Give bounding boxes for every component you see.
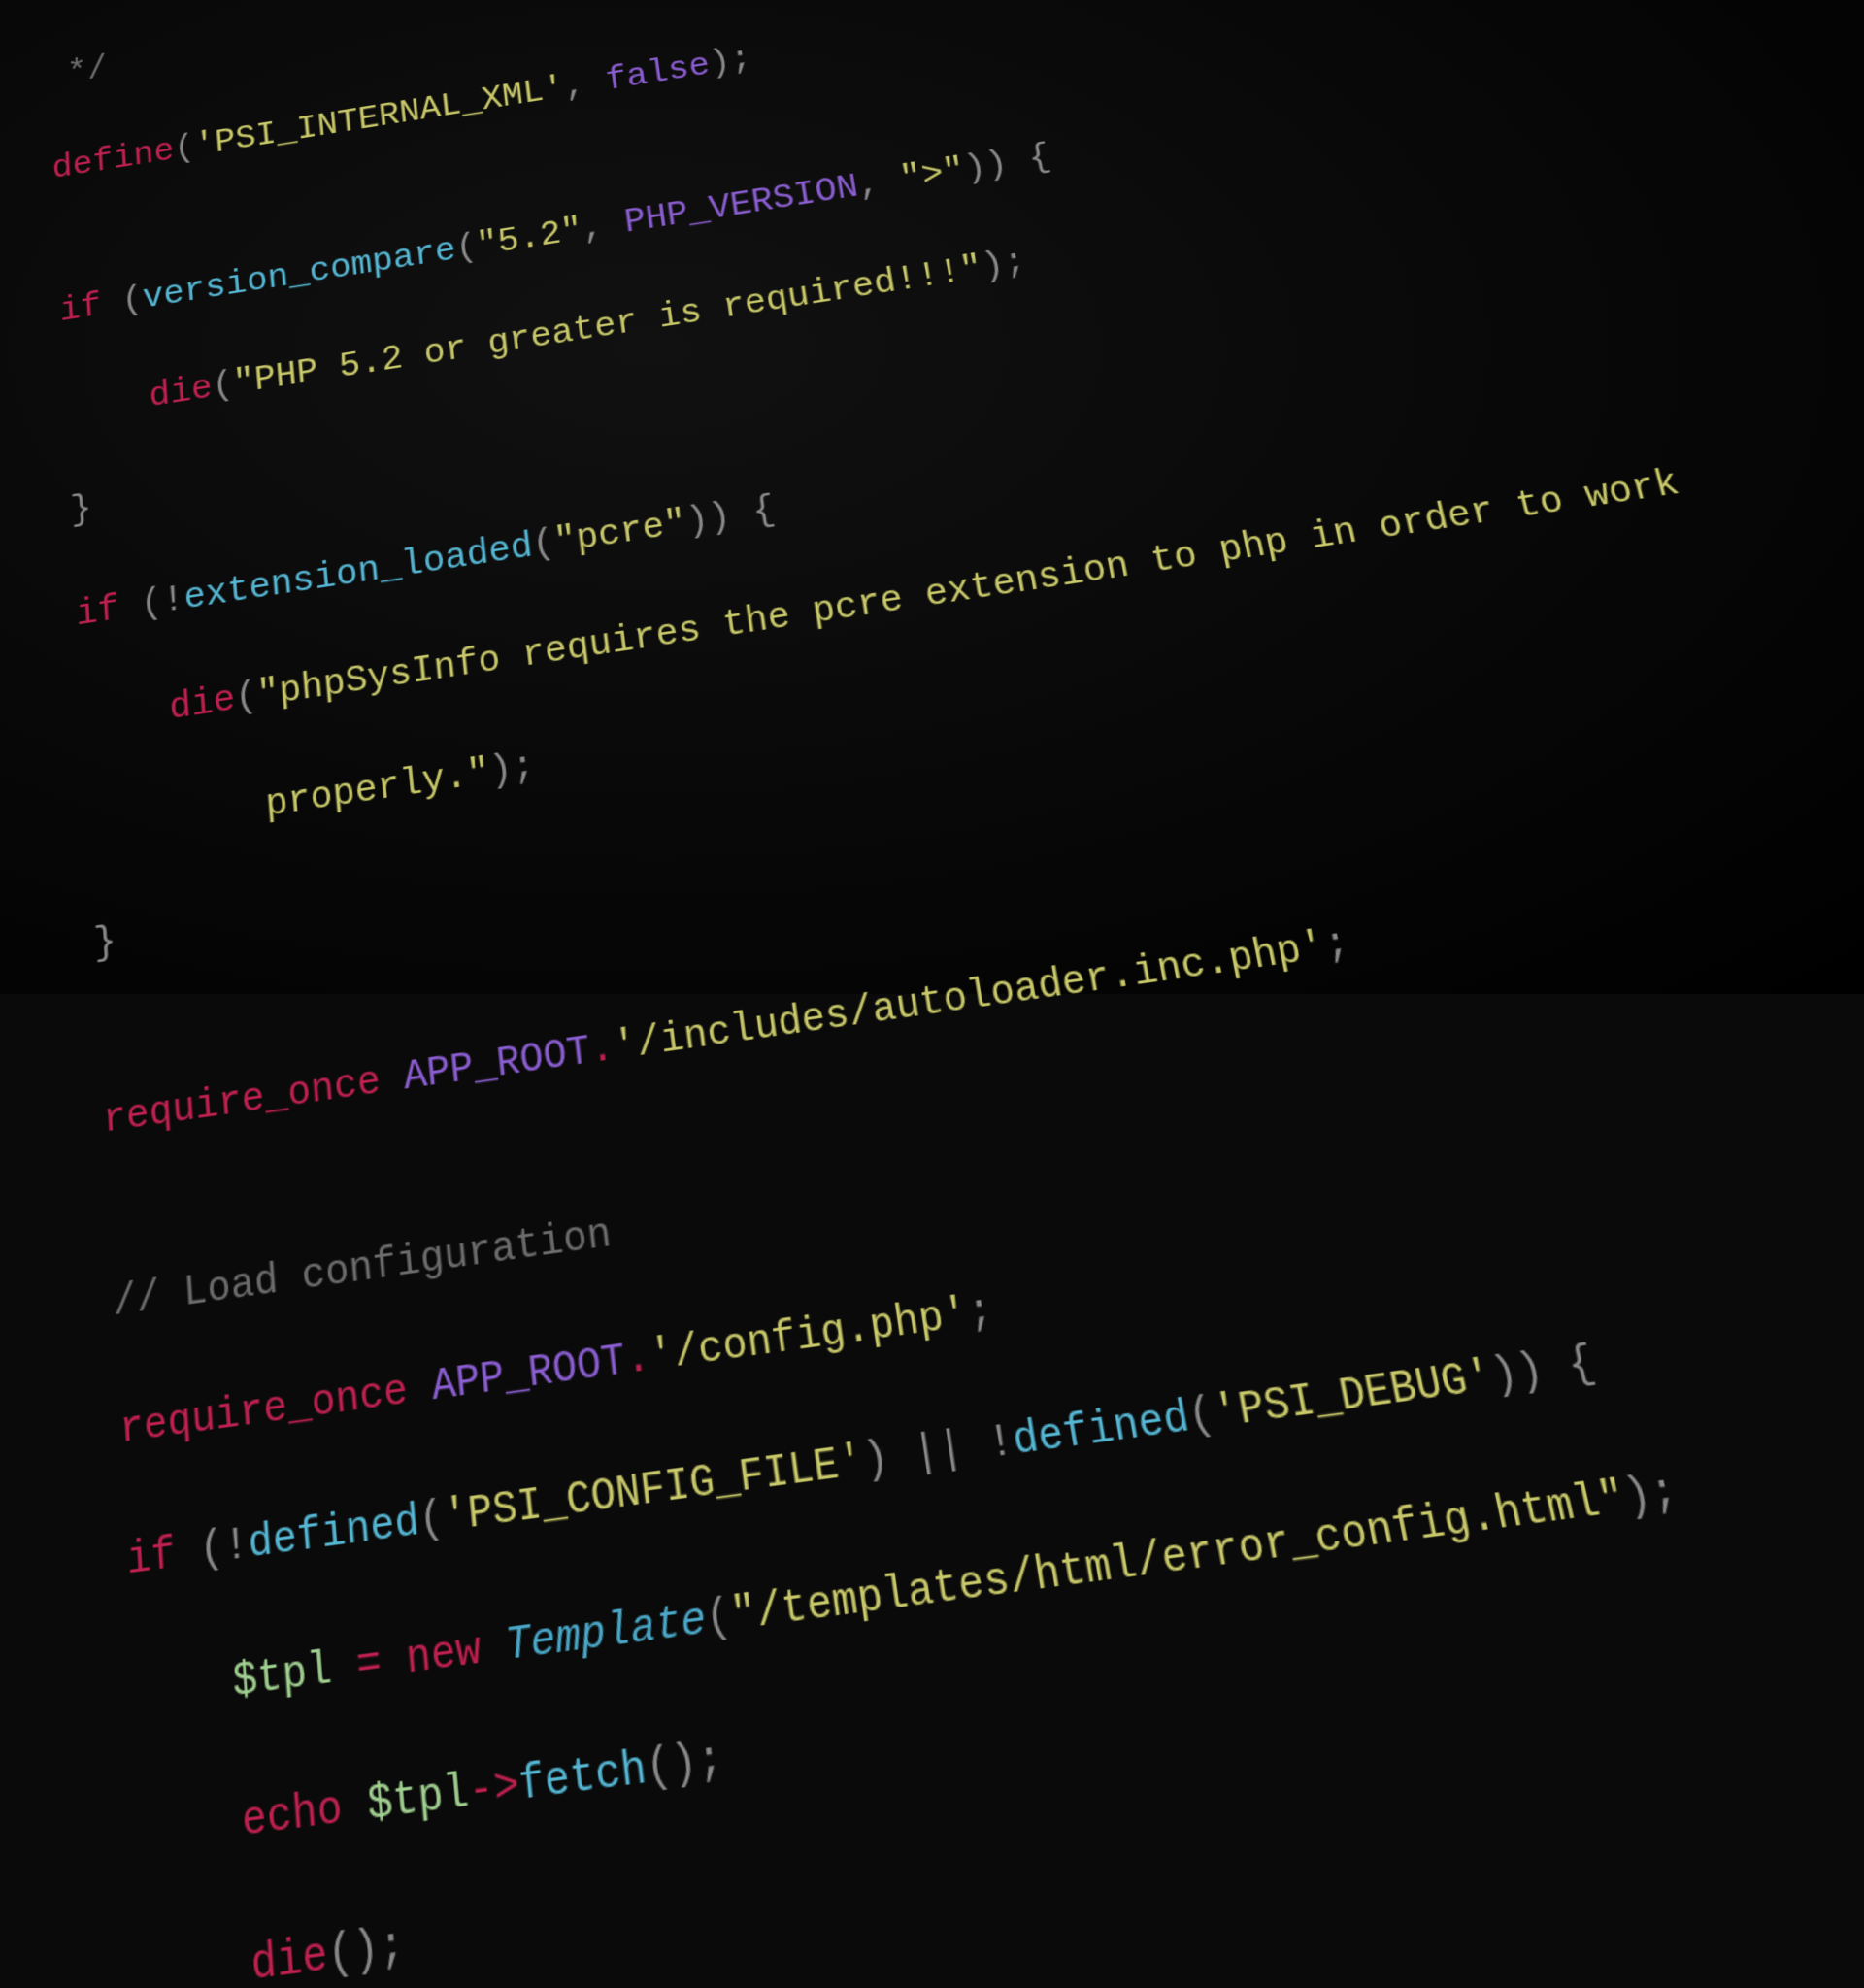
punct-token: ( bbox=[234, 676, 259, 721]
constant-token: PHP_VERSION bbox=[622, 169, 861, 244]
comment-token: */ bbox=[47, 50, 109, 96]
variable-token: $tpl bbox=[366, 1767, 472, 1835]
keyword-token: die bbox=[148, 369, 214, 417]
variable-token: $tpl bbox=[231, 1644, 334, 1711]
keyword-token: new bbox=[404, 1625, 483, 1688]
punct-token: ) || ! bbox=[860, 1417, 1017, 1489]
keyword-token: die bbox=[250, 1929, 330, 1988]
function-token: fetch bbox=[516, 1743, 649, 1815]
indent-token bbox=[64, 379, 150, 431]
string-token: "/templates/html/error_config.html" bbox=[728, 1473, 1631, 1644]
boolean-token: false bbox=[604, 47, 713, 100]
brace-token: } bbox=[70, 489, 93, 533]
string-token: 'PSI_INTERNAL_XML' bbox=[193, 70, 567, 165]
punct-token: )) { bbox=[1487, 1339, 1601, 1405]
brace-token: } bbox=[92, 920, 117, 968]
punct-token: , bbox=[855, 162, 904, 207]
punct-token: ( bbox=[211, 366, 235, 409]
comment-token: javascript bbox=[1408, 1986, 1694, 1988]
keyword-token: require_once bbox=[102, 1058, 383, 1144]
operator-token: -> bbox=[466, 1760, 522, 1822]
keyword-token: die bbox=[168, 679, 237, 731]
keyword-token: if bbox=[125, 1530, 177, 1588]
string-token: 'PSI_DEBUG' bbox=[1210, 1352, 1498, 1441]
code-editor[interactable]: * @var boolean */ define('PSI_INTERNAL_X… bbox=[39, 0, 1864, 1988]
indent-token bbox=[148, 1938, 252, 1988]
punct-token: (! bbox=[118, 580, 186, 631]
comment-token: * bbox=[42, 0, 103, 5]
keyword-token: echo bbox=[240, 1782, 345, 1850]
punct-token: (); bbox=[326, 1919, 408, 1986]
punct-token: ( bbox=[173, 129, 196, 169]
string-token: '/config.php' bbox=[648, 1290, 973, 1384]
punct-token: (); bbox=[644, 1733, 726, 1798]
string-token: ">" bbox=[897, 151, 968, 199]
punct-token: , bbox=[580, 205, 627, 249]
function-token: version_compare bbox=[142, 232, 458, 319]
constant-token: APP_ROOT bbox=[402, 1028, 593, 1102]
punct-token: ); bbox=[487, 745, 537, 795]
function-token: defined bbox=[247, 1497, 421, 1572]
punct-token: ); bbox=[707, 40, 753, 83]
string-token: 'PSI_CONFIG_FILE' bbox=[442, 1437, 868, 1545]
operator-token: = bbox=[330, 1635, 409, 1698]
keyword-token: if bbox=[75, 589, 120, 637]
keyword-token: define bbox=[51, 132, 176, 188]
indent-token bbox=[81, 688, 171, 744]
constant-token: APP_ROOT bbox=[430, 1337, 629, 1413]
class-token: Template bbox=[504, 1595, 710, 1675]
keyword-token: require_once bbox=[118, 1367, 410, 1457]
punct-token: ); bbox=[1619, 1466, 1683, 1526]
space-token bbox=[1681, 1959, 1864, 1988]
comment-token: // Load configuration bbox=[112, 1210, 614, 1329]
string-token: "pcre" bbox=[552, 503, 689, 564]
string-token: '/includes/autoloader.inc.php' bbox=[611, 924, 1329, 1073]
function-token: defined bbox=[1010, 1393, 1194, 1469]
indent-token bbox=[133, 1657, 235, 1724]
editor-viewport: * @var boolean */ define('PSI_INTERNAL_X… bbox=[0, 0, 1864, 994]
keyword-token: if bbox=[59, 287, 103, 332]
indent-token bbox=[140, 1796, 244, 1864]
string-token: properly." bbox=[86, 751, 492, 854]
function-token: extension_loaded bbox=[183, 526, 535, 620]
punct-token: (! bbox=[174, 1520, 250, 1582]
punct-token: , bbox=[562, 63, 608, 106]
punct-token: ( bbox=[100, 281, 144, 325]
punct-token: )) { bbox=[961, 139, 1053, 190]
punct-token: )) { bbox=[683, 490, 778, 545]
string-token: "5.2" bbox=[475, 212, 584, 266]
punct-token: ); bbox=[979, 243, 1029, 288]
